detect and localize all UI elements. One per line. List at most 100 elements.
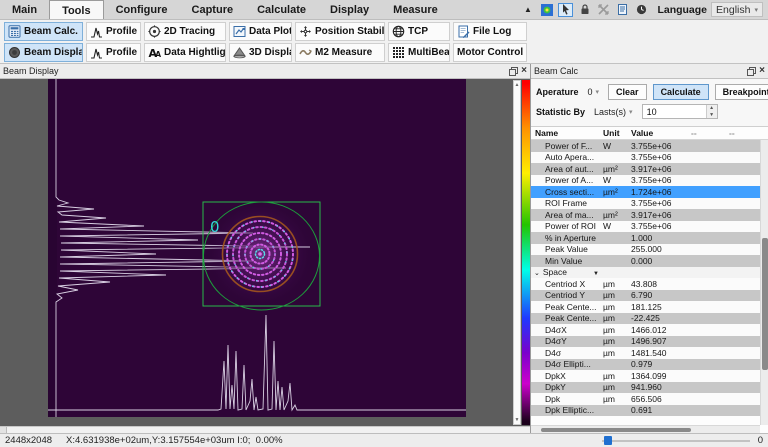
beam-display-vertical-scrollbar[interactable]: ▲ ▼: [513, 80, 521, 425]
beam-display-canvas[interactable]: 0 ▲ ▼: [0, 79, 530, 426]
language-label: Language: [657, 3, 708, 16]
table-row[interactable]: Peak Cente... µm 181.125: [531, 301, 760, 313]
float-window-icon[interactable]: [747, 66, 757, 76]
statistic-count-spinner[interactable]: 10 ▲ ▼: [641, 104, 718, 119]
table-row[interactable]: D4σX µm 1466.012: [531, 324, 760, 336]
toolbar-button-m2-measure[interactable]: M2 Measure: [295, 43, 385, 62]
toolbar-button-tcp[interactable]: TCP: [388, 22, 450, 41]
cell-unit: µm: [603, 290, 615, 301]
scroll-thumb[interactable]: [762, 238, 768, 370]
spin-down-icon[interactable]: ▼: [706, 111, 717, 118]
table-row[interactable]: DpkX µm 1364.099: [531, 370, 760, 382]
scroll-thumb[interactable]: [541, 428, 691, 432]
beam-image[interactable]: 0: [48, 79, 466, 417]
toolbar-button-motor-control[interactable]: Motor Control: [453, 43, 527, 62]
menu-item-main[interactable]: Main: [0, 0, 49, 19]
beam-image-icon[interactable]: [539, 3, 554, 17]
language-select[interactable]: English ▾: [711, 2, 763, 17]
menu-item-display[interactable]: Display: [318, 0, 381, 19]
table-row[interactable]: Area of aut... µm² 3.917e+06: [531, 163, 760, 175]
table-row[interactable]: Auto Apera... 3.755e+06: [531, 151, 760, 163]
column-header-extra2[interactable]: --: [729, 128, 759, 138]
aperture-select[interactable]: 0 ▾: [585, 86, 603, 98]
beam-calc-titlebar: Beam Calc ×: [531, 64, 768, 79]
menu-item-calculate[interactable]: Calculate: [245, 0, 318, 19]
toolbar-button-file-log[interactable]: File Log: [453, 22, 527, 41]
table-row[interactable]: Centriod Y µm 6.790: [531, 289, 760, 301]
calculate-button[interactable]: Calculate: [652, 83, 709, 100]
results-table-header[interactable]: Name Unit Value -- --: [531, 127, 768, 140]
toolbar: Beam Calc. Profile X 2D Tracing Data Plot Po…: [0, 20, 768, 64]
table-row[interactable]: Dpk Elliptic... 0.691: [531, 404, 760, 416]
menu-item-configure[interactable]: Configure: [104, 0, 180, 19]
crossed-arrows-icon[interactable]: [596, 3, 611, 17]
toolbar-button-2d-tracing[interactable]: 2D Tracing: [144, 22, 226, 41]
slider-track[interactable]: [601, 440, 750, 442]
menu-bar: Main Tools Configure Capture Calculate Displa…: [0, 0, 768, 20]
collapse-toolbar-icon[interactable]: ▲: [520, 3, 535, 17]
close-panel-icon[interactable]: ×: [521, 66, 527, 76]
toolbar-button-label: Beam Calc.: [24, 26, 78, 37]
toolbar-button-beam-calc-[interactable]: Beam Calc.: [4, 22, 83, 41]
cell-name: Auto Apera...: [545, 152, 595, 163]
menu-item-tools[interactable]: Tools: [49, 0, 104, 19]
table-row[interactable]: D4σ Ellipti... 0.979: [531, 358, 760, 370]
table-row[interactable]: Min Value 0.000: [531, 255, 760, 267]
pointer-tool-icon[interactable]: [558, 2, 574, 17]
beam-display-horizontal-scrollbar[interactable]: [0, 426, 530, 433]
breakpoint-button[interactable]: Breakpoint: [714, 83, 768, 100]
toolbar-button-3d-display[interactable]: 3D Display: [229, 43, 292, 62]
statistic-by-select[interactable]: Lasts(s) ▾: [591, 106, 636, 118]
table-group-row-space[interactable]: ⌄ Space ▼: [531, 266, 760, 278]
column-header-unit[interactable]: Unit: [603, 128, 631, 138]
toolbar-button-position-stability[interactable]: Position Stability: [295, 22, 385, 41]
cell-name: D4σX: [545, 324, 567, 335]
cell-value: 255.000: [631, 244, 662, 255]
table-row[interactable]: Peak Cente... µm -22.425: [531, 312, 760, 324]
report-file-icon[interactable]: [615, 3, 630, 17]
table-row[interactable]: DpkY µm 941.960: [531, 381, 760, 393]
table-row[interactable]: % in Aperture 1.000: [531, 232, 760, 244]
column-header-extra1[interactable]: --: [691, 128, 729, 138]
scroll-left-icon[interactable]: [0, 427, 7, 433]
statistic-by-value: Lasts(s): [594, 106, 627, 117]
table-row[interactable]: D4σY µm 1496.907: [531, 335, 760, 347]
table-row[interactable]: ROI Frame 3.755e+06: [531, 197, 760, 209]
table-row[interactable]: Peak Value 255.000: [531, 243, 760, 255]
toolbar-button-multibeam[interactable]: MultiBeam: [388, 43, 450, 62]
pyramid-icon: [233, 46, 246, 59]
sort-arrow-icon[interactable]: ▼: [593, 271, 599, 277]
cell-unit: µm: [603, 278, 615, 289]
gain-slider[interactable]: [601, 436, 750, 445]
table-row[interactable]: Centriod X µm 43.808: [531, 278, 760, 290]
lock-icon[interactable]: [577, 3, 592, 17]
toolbar-button-data-plot[interactable]: Data Plot: [229, 22, 292, 41]
toolbar-button-label: Data Hightlight: [164, 47, 226, 58]
table-row[interactable]: Dpk µm 656.506: [531, 393, 760, 405]
menu-item-measure[interactable]: Measure: [381, 0, 450, 19]
table-row[interactable]: Cross secti... µm² 1.724e+06: [531, 186, 760, 198]
scroll-up-icon[interactable]: ▲: [515, 82, 520, 88]
clear-button[interactable]: Clear: [608, 83, 647, 100]
table-row[interactable]: Power of A... W 3.755e+06: [531, 174, 760, 186]
table-horizontal-scrollbar[interactable]: [531, 425, 760, 433]
toolbar-button-profile-y[interactable]: Profile Y: [86, 43, 141, 62]
toolbar-button-beam-display[interactable]: Beam Display: [4, 43, 83, 62]
scroll-down-icon[interactable]: ▼: [515, 417, 520, 423]
table-row[interactable]: Power of F... W 3.755e+06: [531, 140, 760, 152]
column-header-value[interactable]: Value: [631, 128, 691, 138]
table-row[interactable]: D4σ µm 1481.540: [531, 347, 760, 359]
close-panel-icon[interactable]: ×: [759, 66, 765, 76]
slider-thumb[interactable]: [603, 436, 612, 445]
column-header-name[interactable]: Name: [531, 128, 603, 138]
table-vertical-scrollbar[interactable]: [760, 140, 768, 425]
float-window-icon[interactable]: [509, 66, 519, 76]
table-row[interactable]: Power of ROI W 3.755e+06: [531, 220, 760, 232]
collapse-chevron-icon[interactable]: ⌄: [534, 270, 540, 277]
menu-item-capture[interactable]: Capture: [180, 0, 246, 19]
toolbar-button-profile-x[interactable]: Profile X: [86, 22, 141, 41]
clock-icon[interactable]: [634, 3, 649, 17]
beam-display-panel: Beam Display × 0 ▲ ▼: [0, 64, 531, 433]
toolbar-button-data-hightlight[interactable]: AAData Hightlight: [144, 43, 226, 62]
table-row[interactable]: Area of ma... µm² 3.917e+06: [531, 209, 760, 221]
